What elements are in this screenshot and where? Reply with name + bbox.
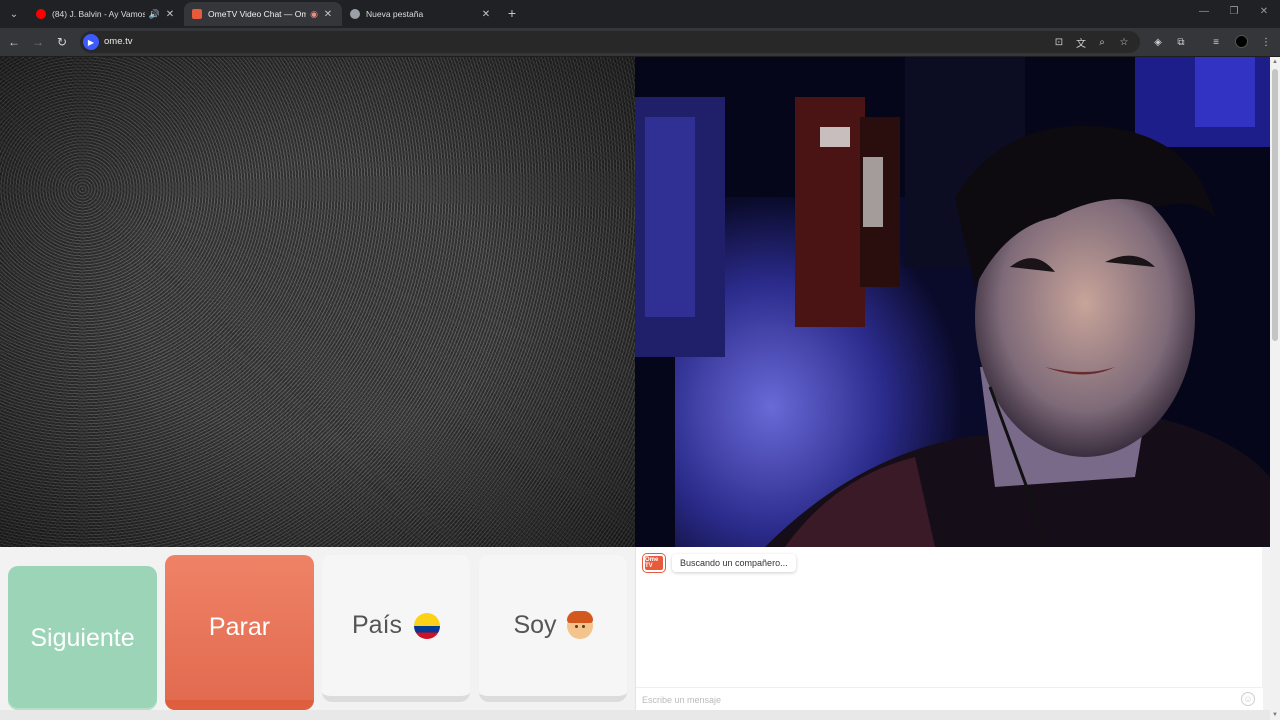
url-text[interactable]: ome.tv (104, 36, 133, 47)
scroll-up-arrow-icon[interactable]: ▲ (1272, 59, 1278, 65)
tab-youtube[interactable]: (84) J. Balvin - Ay Vamos (O 🔊 ✕ (28, 2, 184, 26)
youtube-favicon-icon (36, 9, 46, 19)
back-arrow-icon[interactable]: ← (6, 34, 22, 50)
bookmark-star-icon[interactable]: ☆ (1116, 34, 1132, 50)
close-tab-icon[interactable]: ✕ (322, 8, 334, 20)
browser-toolbar: ← → ↻ ▶ ome.tv ⊡ 文 ⌕ ☆ ◈ ⧉ ≡ ⋮ (0, 28, 1280, 56)
gender-button-label: Soy (513, 611, 557, 639)
zoom-icon[interactable]: ⌕ (1094, 34, 1110, 50)
country-button[interactable]: País (322, 555, 470, 702)
close-tab-icon[interactable]: ✕ (164, 8, 176, 20)
forward-arrow-icon[interactable]: → (30, 34, 46, 50)
status-message: Buscando un compañero... (672, 554, 796, 572)
ometv-logo-icon: Ome TV (643, 554, 665, 572)
reading-list-icon[interactable]: ≡ (1208, 34, 1224, 50)
self-camera-video (635, 57, 1270, 547)
address-bar[interactable]: ▶ ome.tv (80, 31, 1140, 53)
page-bottom-edge (0, 710, 1270, 720)
gender-button[interactable]: Soy (479, 555, 627, 702)
scrollbar-thumb[interactable] (1272, 69, 1278, 341)
video-noise-overlay (0, 57, 635, 547)
boy-emoji-icon (566, 610, 593, 639)
extensions-puzzle-icon[interactable]: ⧉ (1173, 34, 1189, 50)
country-button-label: País (351, 611, 403, 639)
menu-dots-icon[interactable]: ⋮ (1258, 34, 1274, 50)
tab-title: Nueva pestaña (366, 9, 424, 19)
translate-icon[interactable]: 文 (1073, 34, 1089, 50)
profile-avatar[interactable] (1235, 35, 1248, 48)
ometv-page: Siguiente Parar País Soy Ome TV Buscando… (0, 57, 1280, 720)
tab-new[interactable]: Nueva pestaña ✕ (342, 2, 500, 26)
install-app-icon[interactable]: ⊡ (1051, 34, 1067, 50)
globe-icon (350, 9, 360, 19)
colombia-flag-icon (414, 612, 441, 639)
camera-image (635, 57, 1270, 547)
extension-badge-icon[interactable]: ◈ (1150, 34, 1166, 50)
recording-icon: ◉ (310, 8, 318, 19)
minimize-icon[interactable]: — (1196, 6, 1212, 17)
site-camera-icon[interactable]: ▶ (83, 34, 99, 50)
emoji-smiley-icon[interactable]: ☺ (1241, 692, 1255, 706)
scroll-down-arrow-icon[interactable]: ▼ (1272, 712, 1278, 718)
partner-video-static (0, 57, 635, 547)
tab-search-chevron-icon[interactable]: ⌄ (4, 4, 24, 24)
message-input[interactable] (642, 692, 1222, 707)
tab-ometv[interactable]: OmeTV Video Chat — Ome ◉ ✕ (184, 2, 342, 26)
tab-title: OmeTV Video Chat — Ome (208, 9, 307, 19)
speaker-icon[interactable]: 🔊 (149, 9, 160, 20)
next-button[interactable]: Siguiente (8, 566, 157, 710)
ometv-favicon-icon (192, 9, 202, 19)
new-tab-plus-icon[interactable]: + (504, 5, 520, 21)
reload-icon[interactable]: ↻ (54, 34, 70, 50)
chat-panel: Ome TV Buscando un compañero... ☺ (635, 547, 1263, 710)
tab-title: (84) J. Balvin - Ay Vamos (O (52, 9, 145, 19)
close-tab-icon[interactable]: ✕ (480, 8, 492, 20)
restore-icon[interactable]: ❐ (1226, 6, 1242, 17)
next-button-label: Siguiente (30, 623, 135, 652)
chat-input-bar: ☺ (636, 687, 1263, 710)
tab-strip: ⌄ (84) J. Balvin - Ay Vamos (O 🔊 ✕ OmeTV… (0, 0, 1280, 28)
page-scrollbar[interactable]: ▲ ▼ (1270, 57, 1280, 720)
close-window-icon[interactable]: ✕ (1256, 6, 1272, 17)
stop-button-label: Parar (208, 613, 271, 641)
stop-button[interactable]: Parar (165, 555, 314, 710)
